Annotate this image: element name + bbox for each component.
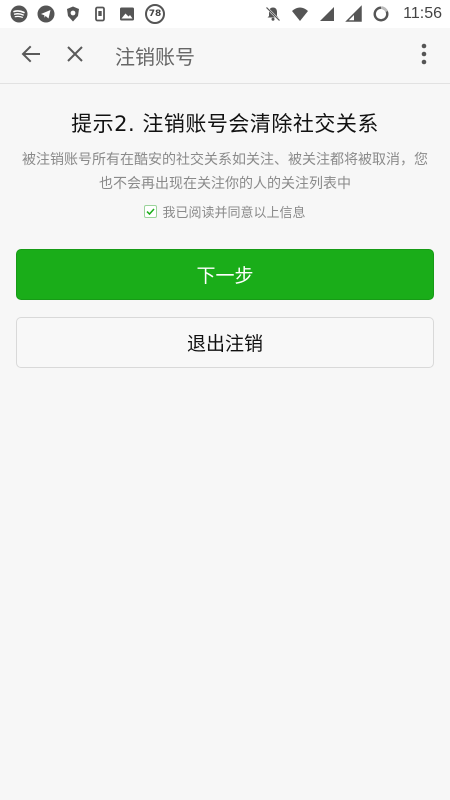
signal-icon — [345, 5, 363, 23]
badge-78-icon: 78 — [145, 4, 165, 24]
shield-app-icon — [64, 5, 82, 23]
back-button[interactable] — [9, 34, 53, 78]
battery-ring-icon — [372, 5, 390, 23]
status-right-icons: 11:56 — [264, 5, 442, 23]
more-options-button[interactable] — [402, 34, 446, 78]
next-step-button[interactable]: 下一步 — [16, 249, 434, 300]
main-content: 提示2. 注销账号会清除社交关系 被注销账号所有在酷安的社交关系如关注、被关注都… — [0, 85, 450, 368]
image-icon — [118, 5, 136, 23]
toolbar: 注销账号 — [0, 28, 450, 84]
close-icon — [65, 44, 85, 68]
exit-cancellation-button[interactable]: 退出注销 — [16, 317, 434, 368]
more-vertical-icon — [421, 43, 427, 69]
agree-row[interactable]: 我已阅读并同意以上信息 — [0, 202, 450, 221]
status-time: 11:56 — [403, 5, 442, 22]
mute-icon — [264, 5, 282, 23]
arrow-left-icon — [20, 43, 42, 69]
signal-icon — [318, 5, 336, 23]
sim-icon — [91, 5, 109, 23]
telegram-icon — [37, 5, 55, 23]
status-left-icons: 78 — [10, 4, 165, 24]
check-icon — [146, 208, 156, 216]
spotify-icon — [10, 5, 28, 23]
notice-description: 被注销账号所有在酷安的社交关系如关注、被关注都将被取消，您也不会再出现在关注你的… — [22, 152, 428, 192]
agree-label: 我已阅读并同意以上信息 — [162, 206, 306, 221]
notice-heading: 提示2. 注销账号会清除社交关系 — [71, 112, 379, 136]
close-button[interactable] — [53, 34, 97, 78]
status-bar: 78 11:56 — [0, 0, 450, 28]
agree-checkbox[interactable] — [144, 205, 158, 218]
wifi-icon — [291, 5, 309, 23]
page-title: 注销账号 — [115, 45, 195, 69]
